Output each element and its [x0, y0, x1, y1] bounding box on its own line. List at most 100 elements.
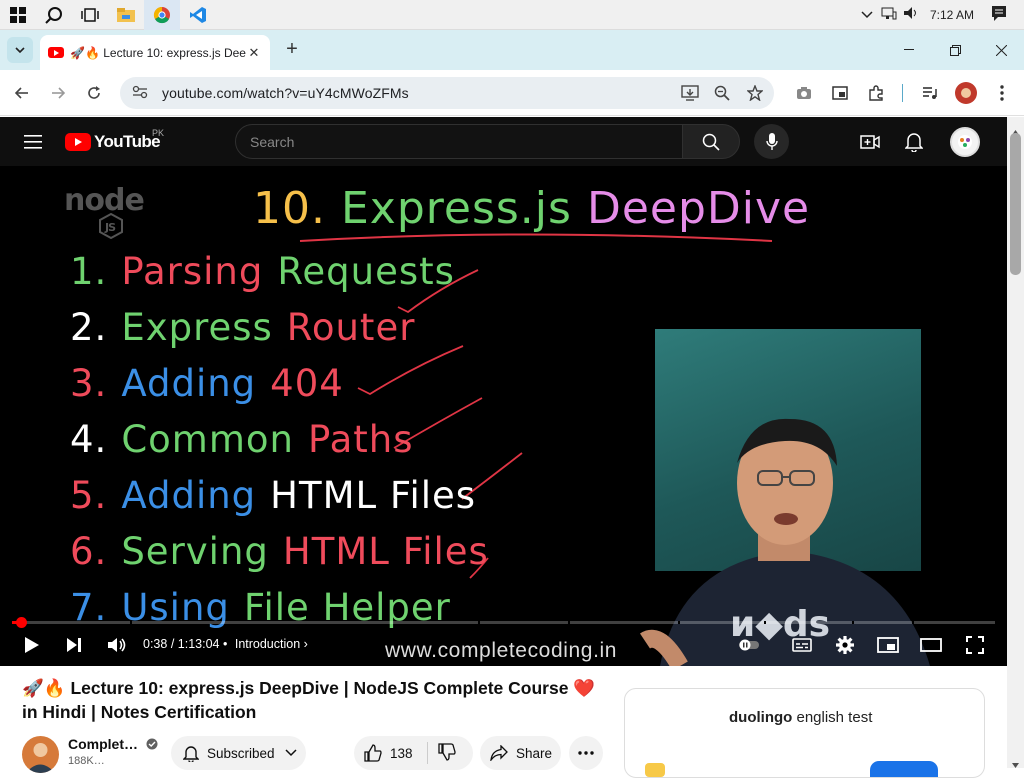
chapter-marker	[130, 621, 132, 624]
hamburger-menu-icon[interactable]	[15, 124, 50, 159]
minimize-button[interactable]	[886, 30, 932, 70]
slide-list-item: 2. Express Router	[70, 306, 415, 349]
camera-icon[interactable]	[788, 77, 820, 109]
volume-button[interactable]	[104, 633, 130, 657]
scrollbar-thumb[interactable]	[1010, 133, 1021, 275]
slide-item-word: Serving	[121, 530, 269, 573]
subscribed-button[interactable]: Subscribed	[171, 736, 306, 770]
forward-button[interactable]	[40, 70, 76, 116]
voice-search-button[interactable]	[754, 124, 789, 159]
country-code: PK	[152, 128, 165, 138]
ad-brand-name: duolingo	[729, 709, 793, 726]
slide-item-word: HTML Files	[282, 530, 489, 573]
install-app-icon[interactable]	[675, 77, 705, 109]
channel-name[interactable]: Complet…	[68, 736, 158, 752]
notification-icon[interactable]	[988, 5, 1010, 24]
windows-taskbar: 7:12 AM	[0, 0, 1024, 30]
slide-item-word: Express	[121, 306, 273, 349]
like-button[interactable]: 138	[364, 744, 413, 762]
video-player[interactable]: node JS 10. Express.js DeepDive 1. Parsin…	[0, 166, 1007, 666]
slide-item-word: Common	[121, 418, 294, 461]
url-text[interactable]: youtube.com/watch?v=uY4cMWoZFMs	[162, 85, 409, 101]
dislike-button[interactable]	[437, 742, 456, 764]
youtube-logo-text: YouTube	[94, 132, 161, 151]
vscode-icon[interactable]	[180, 0, 216, 30]
new-tab-button[interactable]: +	[282, 38, 302, 61]
browser-tab-strip: 🚀🔥 Lecture 10: express.js Dee ✕ +	[0, 30, 1024, 70]
miniplayer-button[interactable]	[876, 633, 900, 657]
theater-mode-button[interactable]	[919, 633, 943, 657]
slide-item-word: Adding	[121, 362, 257, 405]
chapter-title[interactable]: Introduction	[235, 637, 300, 651]
fullscreen-button[interactable]	[963, 633, 987, 657]
tab-title: 🚀🔥 Lecture 10: express.js Dee	[70, 45, 246, 60]
address-bar[interactable]: youtube.com/watch?v=uY4cMWoZFMs	[120, 77, 774, 109]
chrome-icon[interactable]	[144, 0, 180, 30]
settings-gear-icon[interactable]	[833, 633, 857, 657]
next-video-button[interactable]	[62, 633, 86, 657]
profile-avatar[interactable]	[950, 77, 982, 109]
slide-list-item: 3. Adding 404	[70, 362, 344, 405]
chapter-marker	[568, 621, 570, 624]
media-controls-icon[interactable]	[914, 77, 946, 109]
progress-bar[interactable]	[12, 617, 995, 628]
slide-item-word: Parsing	[121, 250, 264, 293]
chapter-marker	[478, 621, 480, 624]
channel-avatar[interactable]	[22, 736, 59, 773]
slide-item-number: 3.	[70, 362, 108, 405]
progress-scrubber[interactable]	[16, 617, 27, 628]
sponsored-ad-card[interactable]: duolingo english test	[624, 688, 985, 778]
browser-menu-icon[interactable]	[986, 77, 1018, 109]
video-info-section: 🚀🔥 Lecture 10: express.js DeepDive | Nod…	[0, 666, 1007, 778]
bell-icon	[183, 746, 199, 762]
scroll-down-icon[interactable]	[1012, 755, 1019, 773]
reload-button[interactable]	[76, 70, 112, 116]
restore-button[interactable]	[932, 30, 978, 70]
video-title: 🚀🔥 Lecture 10: express.js DeepDive | Nod…	[22, 678, 596, 722]
thumbs-down-icon	[437, 742, 456, 761]
task-view-icon[interactable]	[72, 0, 108, 30]
volume-icon[interactable]	[900, 6, 922, 23]
page-scrollbar[interactable]	[1007, 117, 1024, 768]
network-icon[interactable]	[878, 6, 900, 23]
tab-search-button[interactable]	[7, 37, 33, 63]
subtitles-button[interactable]	[790, 633, 814, 657]
windows-start-icon[interactable]	[0, 0, 36, 30]
chapter-marker	[912, 621, 914, 624]
share-arrow-icon	[490, 745, 508, 761]
autoplay-toggle[interactable]	[737, 633, 761, 657]
slide-item-number: 6.	[70, 530, 108, 573]
subscribed-label: Subscribed	[207, 745, 275, 761]
search-input[interactable]: Search	[235, 124, 683, 159]
back-button[interactable]	[4, 70, 40, 116]
close-window-button[interactable]	[978, 30, 1024, 70]
tab-close-icon[interactable]: ✕	[246, 45, 262, 61]
search-button[interactable]	[682, 124, 740, 159]
chevron-right-icon[interactable]: ›	[304, 637, 308, 651]
youtube-logo[interactable]: YouTube PK	[65, 128, 164, 152]
youtube-favicon-icon	[48, 47, 64, 58]
search-icon[interactable]	[36, 0, 72, 30]
youtube-page: YouTube PK Search node JS 10. Express.js	[0, 117, 1007, 778]
chevron-up-icon[interactable]	[856, 8, 878, 22]
zoom-icon[interactable]	[707, 77, 737, 109]
create-video-icon[interactable]	[852, 124, 887, 159]
account-avatar[interactable]	[950, 127, 980, 157]
ad-cta-button[interactable]	[870, 761, 938, 777]
more-actions-button[interactable]	[569, 736, 603, 770]
browser-tab-active[interactable]: 🚀🔥 Lecture 10: express.js Dee ✕	[40, 35, 270, 70]
extensions-icon[interactable]	[860, 77, 892, 109]
play-button[interactable]	[20, 633, 44, 657]
file-explorer-icon[interactable]	[108, 0, 144, 30]
notifications-bell-icon[interactable]	[896, 124, 931, 159]
slide-item-word: 404	[270, 362, 344, 405]
ad-brand-suffix: english test	[796, 709, 873, 726]
channel-subscriber-count: 188K…	[68, 755, 105, 767]
picture-in-picture-icon[interactable]	[824, 77, 856, 109]
ad-icon	[645, 763, 665, 777]
chapter-marker	[852, 621, 854, 624]
taskbar-clock[interactable]: 7:12 AM	[930, 8, 974, 22]
share-button[interactable]: Share	[480, 736, 561, 770]
site-info-icon[interactable]	[132, 85, 148, 102]
bookmark-star-icon[interactable]	[740, 77, 770, 109]
